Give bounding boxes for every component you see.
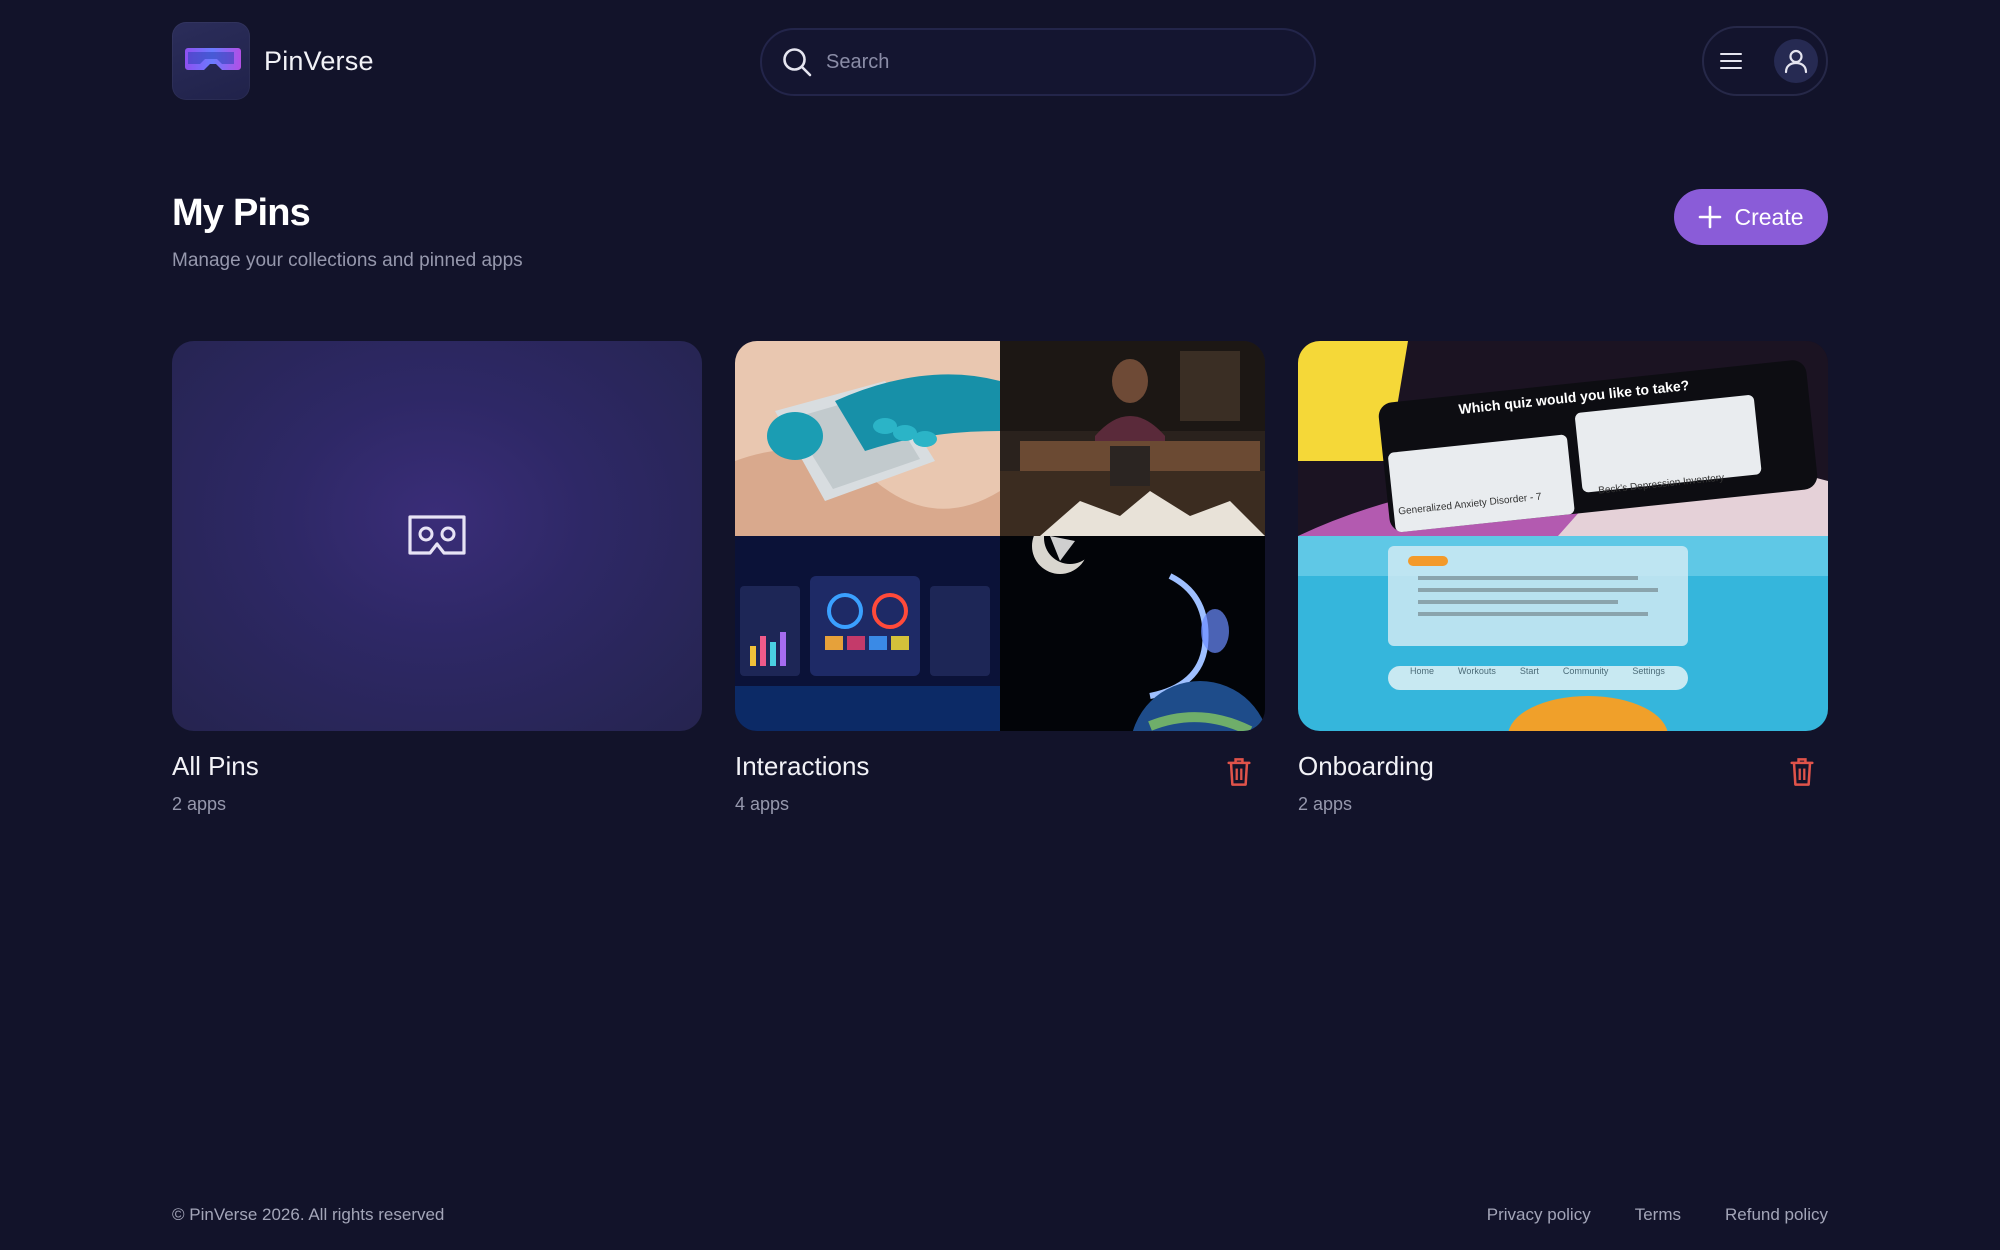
collection-thumbnail[interactable] (735, 341, 1265, 731)
app-thumbnail (1000, 341, 1265, 536)
nav-label: Start (1519, 666, 1539, 676)
footer-copyright: © PinVerse 2026. All rights reserved (172, 1205, 445, 1224)
search-icon (783, 48, 812, 77)
app-thumbnail: Home Workouts Start Community Settings (1298, 536, 1828, 731)
user-icon (1784, 49, 1808, 74)
nav-label: Home (1410, 666, 1435, 676)
create-button[interactable]: Create (1674, 189, 1828, 245)
app-thumbnail (735, 536, 1000, 731)
privacy-policy-link[interactable]: Privacy policy (1487, 1205, 1591, 1225)
footer-links: Privacy policy Terms Refund policy (1487, 1205, 1828, 1225)
create-label: Create (1734, 203, 1804, 230)
app-thumbnail (1000, 536, 1265, 731)
nav-label: Workouts (1458, 666, 1496, 676)
collection-thumbnail[interactable]: Which quiz would you like to take? Gener… (1298, 341, 1828, 731)
page-title: My Pins (172, 192, 311, 234)
plus-icon (1699, 205, 1722, 229)
nav-label: Community (1562, 666, 1609, 676)
avatar[interactable] (1774, 39, 1818, 83)
trash-icon[interactable] (1225, 756, 1253, 788)
app-thumbnail: Which quiz would you like to take? Gener… (1298, 341, 1828, 536)
refund-policy-link[interactable]: Refund policy (1725, 1205, 1828, 1225)
search-bar[interactable] (760, 28, 1316, 96)
app-nav-preview: Home Workouts Start Community Settings (1410, 666, 1665, 676)
collection-card-interactions[interactable]: Interactions 4 apps (735, 341, 1265, 815)
collection-card-onboarding[interactable]: Which quiz would you like to take? Gener… (1298, 341, 1828, 815)
collection-thumbnail[interactable] (172, 341, 702, 731)
collection-title: All Pins (172, 751, 259, 781)
hamburger-icon[interactable] (1720, 52, 1742, 70)
collection-count: 2 apps (1298, 794, 1353, 814)
header: PinVerse (172, 22, 1828, 100)
nav-label: Settings (1632, 666, 1665, 676)
collection-title: Onboarding (1298, 751, 1434, 781)
vr-headset-icon (408, 515, 466, 555)
page: PinVerse My Pins Manage your coll (0, 0, 2000, 1250)
vr-headset-icon (184, 48, 241, 70)
user-menu[interactable] (1702, 26, 1828, 96)
collection-count: 2 apps (172, 794, 227, 814)
page-subtitle: Manage your collections and pinned apps (172, 250, 523, 271)
trash-icon[interactable] (1788, 756, 1816, 788)
collection-count: 4 apps (735, 794, 790, 814)
collection-title: Interactions (735, 751, 870, 781)
collection-card-all-pins[interactable]: All Pins 2 apps (172, 341, 702, 815)
logo[interactable] (172, 22, 250, 100)
brand-name: PinVerse (264, 46, 374, 76)
app-thumbnail (735, 341, 1000, 536)
terms-link[interactable]: Terms (1635, 1205, 1681, 1225)
search-input[interactable] (826, 50, 1286, 74)
